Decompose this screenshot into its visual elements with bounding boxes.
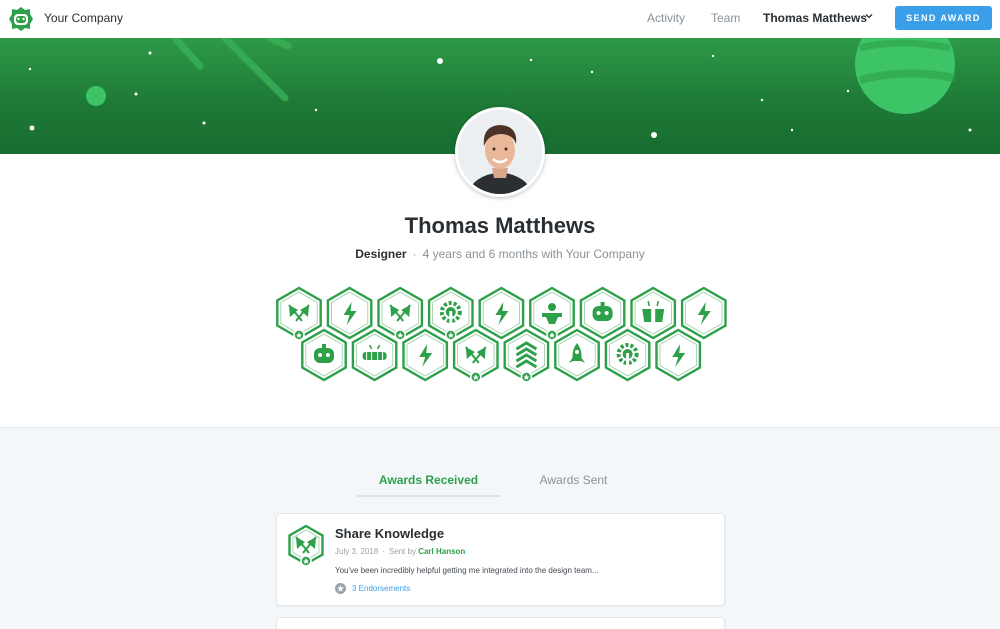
gear-wrench-badge-icon[interactable] <box>604 328 651 382</box>
bolt-badge-icon[interactable] <box>402 328 449 382</box>
chevrons-badge-icon[interactable] <box>503 328 550 383</box>
award-message: You've been incredibly helpful getting m… <box>335 566 599 575</box>
send-award-button[interactable]: SEND AWARD <box>895 6 992 30</box>
award-card[interactable]: Share Knowledge July 3, 2018 · Sent by Car… <box>276 513 725 606</box>
gear-wrench-badge-icon[interactable] <box>427 286 474 341</box>
flags-badge-icon[interactable] <box>377 286 424 341</box>
bolt-badge-icon[interactable] <box>478 286 525 340</box>
user-menu[interactable]: Thomas Matthews <box>763 11 867 25</box>
endorsements-count: 3 Endorsements <box>352 584 411 593</box>
profile-photo <box>458 110 542 194</box>
tab-awards-sent[interactable]: Awards Sent <box>502 473 645 487</box>
goggles-badge-icon[interactable] <box>351 328 398 382</box>
award-meta: July 3, 2018 · Sent by Carl Hanson <box>335 547 465 556</box>
profile-meta: Designer · 4 years and 6 months with Your … <box>0 247 1000 261</box>
flags-badge-icon <box>288 524 324 567</box>
teacher-badge-icon[interactable] <box>529 286 575 341</box>
award-title: Share Knowledge <box>335 526 445 541</box>
brand-name[interactable]: Your Company <box>44 11 123 25</box>
flags-badge-icon[interactable] <box>276 286 322 341</box>
award-sender-link[interactable]: Carl Hanson <box>418 547 465 556</box>
tab-awards-received[interactable]: Awards Received <box>357 473 500 497</box>
avatar <box>455 107 545 197</box>
profile-role: Designer <box>355 247 407 261</box>
bolt-badge-icon[interactable] <box>326 286 373 340</box>
robot-badge-icon[interactable] <box>301 328 347 382</box>
endorsements-link[interactable]: 3 Endorsements <box>335 583 410 594</box>
star-icon <box>335 583 346 594</box>
flags-badge-icon[interactable] <box>288 524 324 567</box>
profile-tenure: 4 years and 6 months with Your Company <box>422 247 645 261</box>
badge-collection <box>276 286 727 383</box>
company-logo-icon[interactable] <box>8 6 34 32</box>
bolt-badge-icon[interactable] <box>655 328 702 382</box>
chevron-down-icon[interactable] <box>864 11 874 21</box>
robot-badge-icon[interactable] <box>579 286 626 340</box>
nav-link-activity[interactable]: Activity <box>647 11 685 25</box>
top-nav: Your Company Activity Team Thomas Matthe… <box>0 0 1000 38</box>
award-date: July 3, 2018 <box>335 547 379 556</box>
award-card[interactable] <box>276 617 725 629</box>
award-separator: · <box>382 547 385 556</box>
profile-name: Thomas Matthews <box>404 213 596 238</box>
flags-badge-icon[interactable] <box>452 328 499 383</box>
nav-link-team[interactable]: Team <box>711 11 740 25</box>
sent-by-label: Sent by <box>388 547 416 556</box>
meta-separator: · <box>412 247 417 261</box>
rocket-badge-icon[interactable] <box>554 328 600 382</box>
hands-badge-icon[interactable] <box>630 286 677 340</box>
bolt-badge-icon[interactable] <box>680 286 727 340</box>
